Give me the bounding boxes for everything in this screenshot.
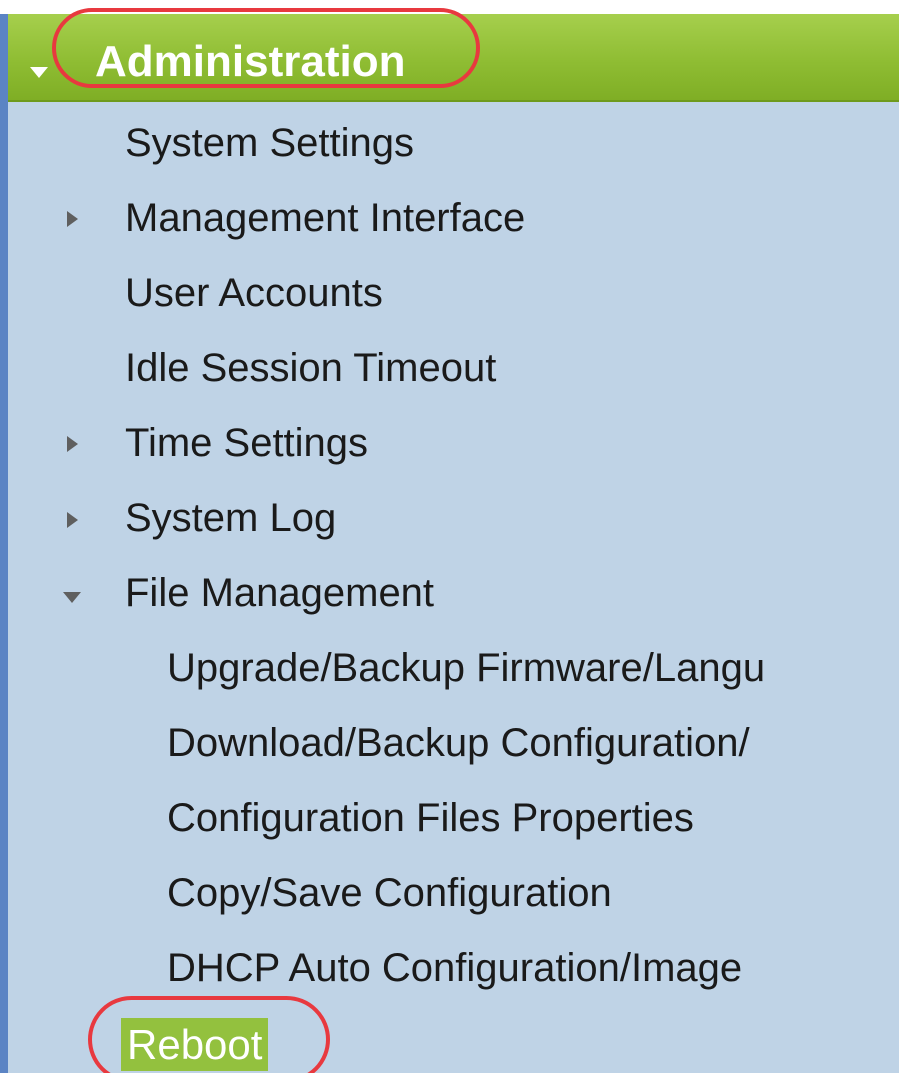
nav-subitem-upgrade-backup-firmware[interactable]: Upgrade/Backup Firmware/Langu: [167, 643, 765, 693]
nav-item-user-accounts[interactable]: User Accounts: [125, 268, 383, 318]
caret-right-icon[interactable]: [67, 436, 78, 452]
red-highlight-circle: [88, 996, 330, 1073]
nav-subitem-configuration-files-properties[interactable]: Configuration Files Properties: [167, 793, 694, 843]
nav-item-time-settings[interactable]: Time Settings: [125, 418, 368, 468]
navigation-tree: Administration System Settings Managemen…: [0, 0, 899, 1073]
nav-item-file-management[interactable]: File Management: [125, 568, 434, 618]
red-highlight-circle: [52, 8, 480, 88]
caret-down-icon[interactable]: [63, 592, 81, 603]
panel-left-border: [0, 14, 8, 1073]
caret-right-icon[interactable]: [67, 211, 78, 227]
nav-subitem-copy-save-configuration[interactable]: Copy/Save Configuration: [167, 868, 612, 918]
nav-subitem-download-backup-configuration[interactable]: Download/Backup Configuration/: [167, 718, 750, 768]
nav-item-system-log[interactable]: System Log: [125, 493, 336, 543]
nav-item-idle-session-timeout[interactable]: Idle Session Timeout: [125, 343, 496, 393]
nav-item-system-settings[interactable]: System Settings: [125, 118, 414, 168]
caret-down-icon[interactable]: [30, 67, 48, 78]
caret-right-icon[interactable]: [67, 512, 78, 528]
nav-item-management-interface[interactable]: Management Interface: [125, 193, 525, 243]
nav-subitem-dhcp-auto-configuration[interactable]: DHCP Auto Configuration/Image: [167, 943, 742, 993]
